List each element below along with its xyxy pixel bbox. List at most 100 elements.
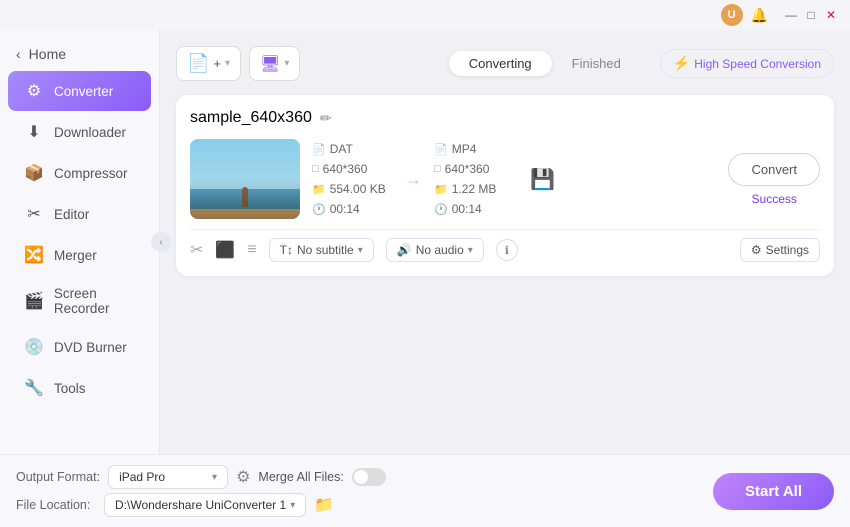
effects-icon[interactable]: ≡ bbox=[247, 241, 256, 259]
output-format: MP4 bbox=[452, 142, 477, 156]
folder-icon[interactable]: 📁 bbox=[314, 495, 334, 515]
sidebar-item-converter[interactable]: ⚙ Converter bbox=[8, 71, 151, 111]
tab-converting[interactable]: Converting bbox=[449, 51, 552, 76]
convert-actions: Convert Success bbox=[728, 153, 820, 206]
save-location-icon: 💾 bbox=[530, 167, 555, 192]
minimize-button[interactable]: — bbox=[784, 8, 798, 22]
toolbar: 📄 + ▾ 🖥 ▾ Converting Finished ⚡ High Spe… bbox=[176, 46, 834, 81]
sidebar-item-compressor[interactable]: 📦 Compressor bbox=[8, 153, 151, 193]
title-bar: U 🔔 — □ ✕ bbox=[0, 0, 850, 30]
merge-label: Merge All Files: bbox=[258, 470, 343, 484]
output-format-value: iPad Pro bbox=[119, 470, 165, 484]
add-file-button[interactable]: 📄 + ▾ bbox=[176, 46, 241, 81]
add-file-icon: 📄 bbox=[187, 53, 209, 74]
tab-group: Converting Finished bbox=[446, 48, 644, 79]
add-dropdown-icon: ▾ bbox=[225, 58, 230, 69]
back-icon: ‹ bbox=[16, 46, 21, 62]
home-link[interactable]: ‹ Home bbox=[0, 38, 159, 70]
convert-button[interactable]: Convert bbox=[728, 153, 820, 186]
maximize-button[interactable]: □ bbox=[804, 8, 818, 22]
file-location-select[interactable]: D:\Wondershare UniConverter 1 ▾ bbox=[104, 493, 306, 517]
out-dur-icon: 🕐 bbox=[434, 203, 448, 216]
merger-icon: 🔀 bbox=[24, 245, 44, 265]
bell-icon[interactable]: 🔔 bbox=[751, 7, 768, 24]
edit-icon[interactable]: ✏ bbox=[320, 110, 332, 127]
close-button[interactable]: ✕ bbox=[824, 8, 838, 22]
sidebar-item-editor[interactable]: ✂ Editor bbox=[8, 194, 151, 234]
tools-label: Tools bbox=[54, 381, 86, 396]
start-all-button[interactable]: Start All bbox=[713, 473, 834, 510]
output-format-row: Output Format: iPad Pro ▾ ⚙ Merge All Fi… bbox=[16, 465, 701, 489]
format-chevron: ▾ bbox=[212, 472, 217, 483]
arrow-icon: → bbox=[404, 169, 422, 190]
cut-icon[interactable]: ✂ bbox=[190, 240, 203, 260]
editor-icon: ✂ bbox=[24, 204, 44, 224]
output-format-row: 📄 MP4 bbox=[434, 142, 514, 156]
output-format-select[interactable]: iPad Pro ▾ bbox=[108, 465, 228, 489]
source-duration: 00:14 bbox=[330, 202, 360, 216]
sidebar-item-merger[interactable]: 🔀 Merger bbox=[8, 235, 151, 275]
speed-conversion-button[interactable]: ⚡ High Speed Conversion bbox=[660, 49, 834, 78]
file-location-row: File Location: D:\Wondershare UniConvert… bbox=[16, 493, 701, 517]
tab-finished[interactable]: Finished bbox=[552, 51, 641, 76]
converter-label: Converter bbox=[54, 84, 113, 99]
duration-icon: 🕐 bbox=[312, 203, 326, 216]
location-chevron: ▾ bbox=[290, 500, 295, 511]
merge-toggle[interactable] bbox=[352, 468, 386, 486]
out-size-icon: 📁 bbox=[434, 183, 448, 196]
window-controls: — □ ✕ bbox=[784, 8, 838, 22]
crop-icon[interactable]: ⬛ bbox=[215, 240, 235, 260]
dvd-burner-icon: 💿 bbox=[24, 337, 44, 357]
main-content: 📄 + ▾ 🖥 ▾ Converting Finished ⚡ High Spe… bbox=[160, 30, 850, 454]
output-resolution-row: □ 640*360 bbox=[434, 162, 514, 176]
lightning-icon: ⚡ bbox=[673, 55, 690, 72]
sidebar-collapse-button[interactable]: ‹ bbox=[151, 232, 171, 252]
file-body: 📄 DAT □ 640*360 📁 554.00 KB 🕐 bbox=[190, 139, 820, 219]
file-location-value: D:\Wondershare UniConverter 1 bbox=[115, 498, 286, 512]
sidebar-item-tools[interactable]: 🔧 Tools bbox=[8, 368, 151, 408]
downloader-icon: ⬇ bbox=[24, 122, 44, 142]
status-badge: Success bbox=[752, 192, 797, 206]
file-name: sample_640x360 bbox=[190, 109, 312, 127]
audio-icon: 🔊 bbox=[397, 243, 412, 257]
screen-dropdown-icon: ▾ bbox=[284, 58, 289, 69]
source-format-row: 📄 DAT bbox=[312, 142, 392, 156]
add-file-label: + bbox=[213, 56, 221, 71]
bottom-left: Output Format: iPad Pro ▾ ⚙ Merge All Fi… bbox=[16, 465, 701, 517]
add-screen-button[interactable]: 🖥 ▾ bbox=[249, 46, 300, 81]
compressor-icon: 📦 bbox=[24, 163, 44, 183]
settings-label: Settings bbox=[766, 243, 809, 257]
file-location-label: File Location: bbox=[16, 498, 96, 512]
settings-button[interactable]: ⚙ Settings bbox=[740, 238, 820, 262]
sidebar-item-downloader[interactable]: ⬇ Downloader bbox=[8, 112, 151, 152]
downloader-label: Downloader bbox=[54, 125, 126, 140]
user-avatar[interactable]: U bbox=[721, 4, 743, 26]
subtitle-select[interactable]: T↕ No subtitle ▾ bbox=[269, 238, 374, 262]
file-actions: ✂ ⬛ ≡ T↕ No subtitle ▾ 🔊 No audio ▾ ℹ ⚙ … bbox=[190, 229, 820, 262]
screen-icon: 🖥 bbox=[260, 54, 280, 74]
merge-section: Merge All Files: bbox=[258, 468, 385, 486]
info-button[interactable]: ℹ bbox=[496, 239, 518, 261]
sidebar-item-screen-recorder[interactable]: 🎬 Screen Recorder bbox=[8, 276, 151, 326]
file-info: 📄 DAT □ 640*360 📁 554.00 KB 🕐 bbox=[300, 142, 716, 216]
source-size-row: 📁 554.00 KB bbox=[312, 182, 392, 196]
converter-icon: ⚙ bbox=[24, 81, 44, 101]
out-res-icon: □ bbox=[434, 163, 441, 175]
compressor-label: Compressor bbox=[54, 166, 128, 181]
screen-recorder-icon: 🎬 bbox=[24, 291, 44, 311]
format-settings-icon[interactable]: ⚙ bbox=[236, 467, 250, 487]
size-icon: 📁 bbox=[312, 183, 326, 196]
dvd-burner-label: DVD Burner bbox=[54, 340, 127, 355]
home-label: Home bbox=[29, 46, 66, 62]
out-format-icon: 📄 bbox=[434, 143, 448, 156]
sidebar-item-dvd-burner[interactable]: 💿 DVD Burner bbox=[8, 327, 151, 367]
output-format-label: Output Format: bbox=[16, 470, 100, 484]
output-info: 📄 MP4 □ 640*360 📁 1.22 MB 🕐 bbox=[434, 142, 514, 216]
source-info: 📄 DAT □ 640*360 📁 554.00 KB 🕐 bbox=[312, 142, 392, 216]
audio-label: No audio bbox=[416, 243, 464, 257]
source-format: DAT bbox=[330, 142, 353, 156]
output-size-row: 📁 1.22 MB bbox=[434, 182, 514, 196]
audio-select[interactable]: 🔊 No audio ▾ bbox=[386, 238, 484, 262]
source-resolution: 640*360 bbox=[323, 162, 368, 176]
audio-chevron: ▾ bbox=[468, 245, 473, 256]
